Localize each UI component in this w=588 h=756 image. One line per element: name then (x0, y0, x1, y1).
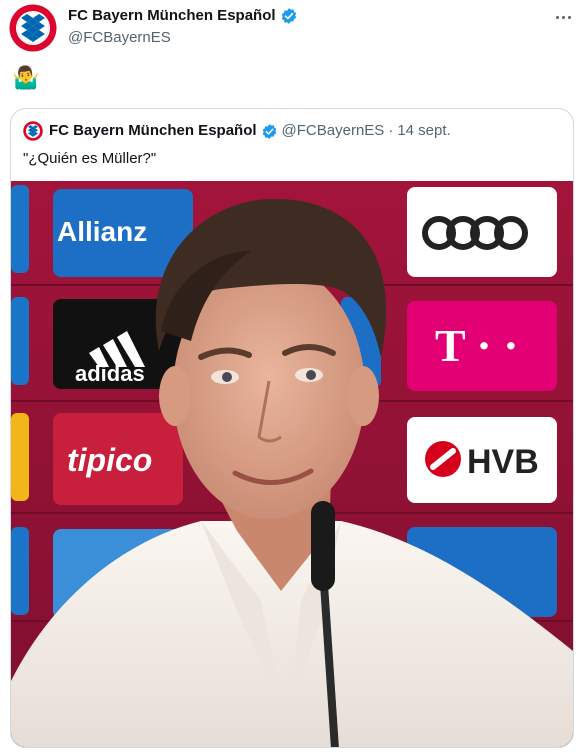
author-avatar[interactable] (9, 4, 57, 52)
more-dot-icon (555, 15, 559, 19)
more-dot-icon (561, 15, 565, 19)
author-handle[interactable]: @FCBayernES (68, 28, 298, 48)
quoted-tweet-card[interactable]: FC Bayern München Español @FCBayernES · … (10, 108, 574, 748)
quoted-tweet-header: FC Bayern München Español @FCBayernES · … (23, 121, 451, 141)
author-display-name[interactable]: FC Bayern München Español (68, 6, 276, 26)
tweet-text: 🤷‍♂️ (12, 65, 40, 90)
more-dot-icon (567, 15, 571, 19)
sponsor-board-audi (407, 187, 557, 277)
sponsor-board (11, 185, 29, 273)
sponsor-text-hvb: HVB (467, 443, 539, 481)
fc-bayern-logo-icon (23, 121, 43, 141)
sponsor-board (11, 297, 29, 385)
quoted-tweet-text: "¿Quién es Müller?" (23, 150, 157, 167)
press-conference-photo: Allianz adidas tipico T · · HVB (11, 181, 573, 747)
microphone-icon (311, 501, 335, 591)
separator-dot: · (388, 122, 394, 139)
sponsor-text-tipico: tipico (67, 442, 152, 478)
sponsor-text-telekom: T · · (435, 320, 519, 371)
quoted-author-display-name: FC Bayern München Español (49, 122, 257, 139)
quoted-tweet-media[interactable]: Allianz adidas tipico T · · HVB (11, 181, 573, 747)
quoted-author-handle: @FCBayernES (281, 122, 385, 139)
fc-bayern-logo-icon (9, 4, 57, 52)
author-block: FC Bayern München Español @FCBayernES (68, 6, 298, 48)
sponsor-board (11, 527, 29, 615)
author-name-row: FC Bayern München Español (68, 6, 298, 26)
verified-badge-icon (262, 123, 276, 139)
quoted-author-avatar[interactable] (23, 121, 43, 141)
sponsor-text-allianz: Allianz (57, 216, 147, 247)
quoted-tweet-date: 14 sept. (397, 122, 451, 139)
tweet: FC Bayern München Español @FCBayernES 🤷‍… (0, 0, 588, 756)
sponsor-board (11, 413, 29, 501)
sponsor-text-adidas: adidas (75, 361, 145, 386)
verified-badge-icon (281, 8, 296, 24)
more-options-button[interactable] (552, 6, 574, 28)
